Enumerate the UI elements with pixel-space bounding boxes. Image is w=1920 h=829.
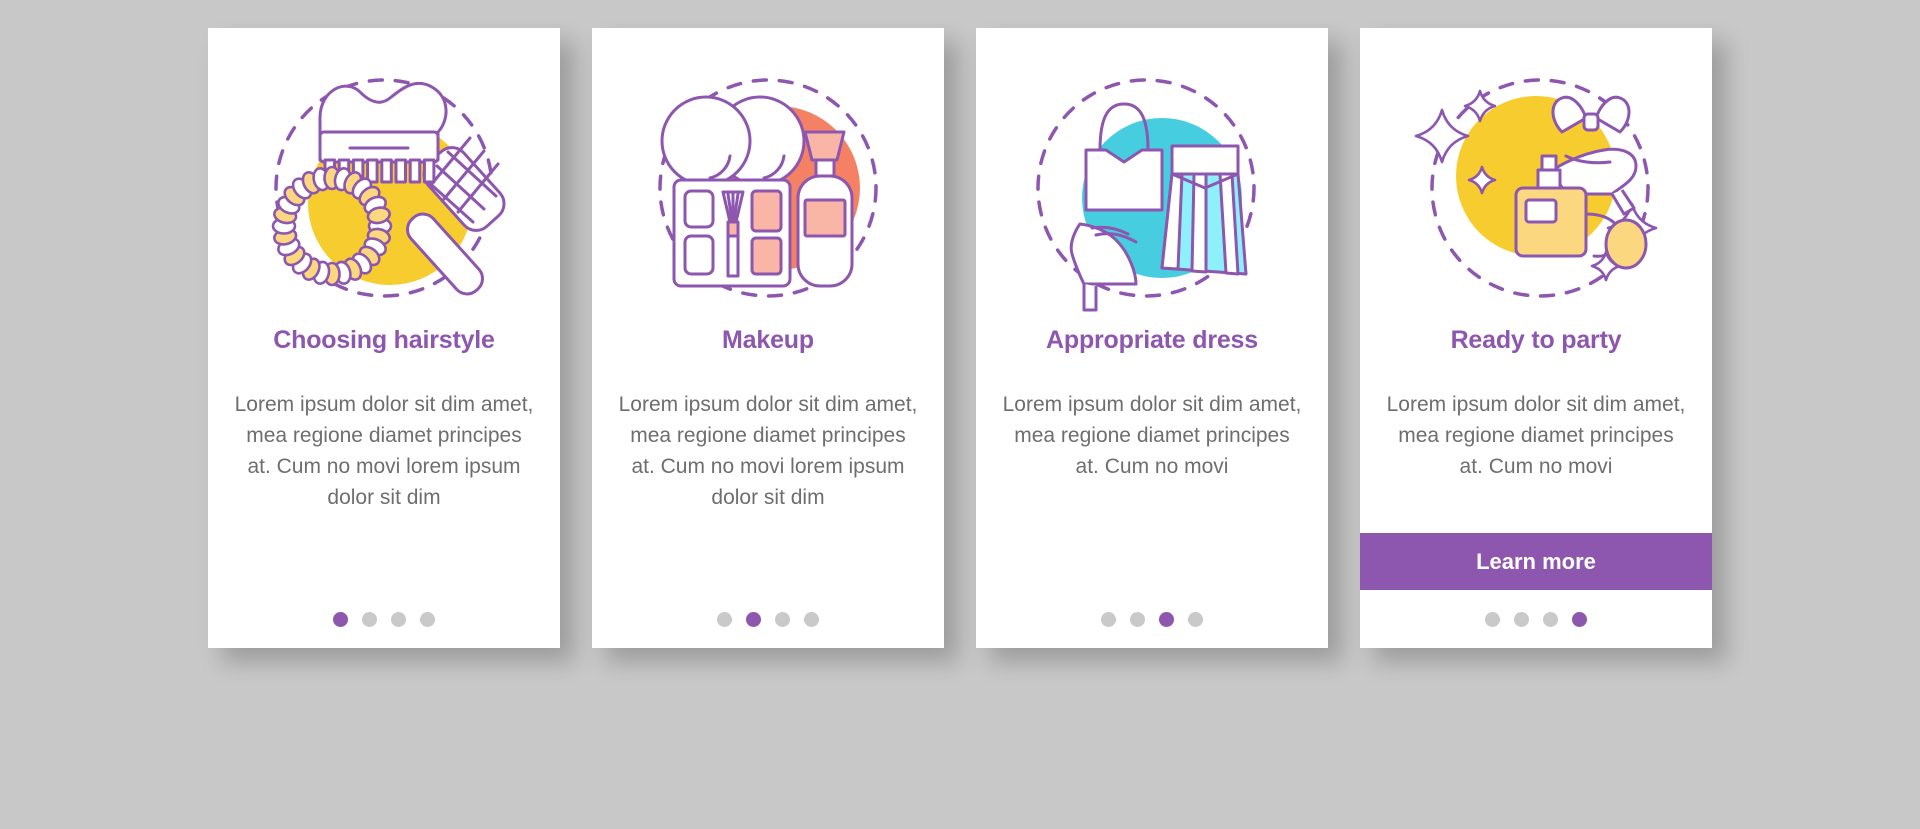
pagination-dot-1-active[interactable] (333, 611, 348, 627)
party-illustration (1360, 28, 1712, 318)
card-list: Choosing hairstyle Lorem ipsum dolor sit … (0, 0, 1920, 829)
pagination-dot-2[interactable] (362, 611, 377, 627)
card-description: Lorem ipsum dolor sit dim amet, mea regi… (618, 393, 918, 509)
makeup-palette (672, 178, 792, 288)
pagination-dot-1[interactable] (717, 611, 732, 627)
dress-illustration (976, 28, 1328, 318)
card-title: Appropriate dress (1046, 326, 1258, 354)
pagination-dot-4-active[interactable] (1572, 611, 1587, 627)
onboarding-card-4[interactable]: Ready to party Lorem ipsum dolor sit dim … (1360, 28, 1712, 648)
pagination-dot-2[interactable] (1514, 611, 1529, 627)
pleated-skirt (1160, 144, 1248, 276)
high-heel-shoe (1069, 222, 1138, 312)
pagination-dot-3-active[interactable] (1159, 611, 1174, 627)
onboarding-card-3[interactable]: Appropriate dress Lorem ipsum dolor sit d… (976, 28, 1328, 648)
card-title: Makeup (722, 326, 814, 354)
pagination-dots (208, 590, 560, 648)
pagination-dot-4[interactable] (1188, 611, 1203, 627)
cotton-pads (660, 95, 806, 187)
pagination-dots (976, 590, 1328, 648)
card-description: Lorem ipsum dolor sit dim amet, mea regi… (1386, 393, 1686, 478)
pagination-dot-1[interactable] (1485, 611, 1500, 627)
pagination-dot-2-active[interactable] (746, 611, 761, 627)
pagination-dot-1[interactable] (1101, 611, 1116, 627)
pagination-dot-3[interactable] (391, 611, 406, 627)
pagination-dots (1360, 590, 1712, 648)
card-title: Ready to party (1450, 326, 1622, 354)
card-description: Lorem ipsum dolor sit dim amet, mea regi… (234, 393, 534, 509)
hairstyle-illustration (208, 28, 560, 318)
pagination-dots (592, 590, 944, 648)
pagination-dot-3[interactable] (1543, 611, 1558, 627)
makeup-illustration (592, 28, 944, 318)
pagination-dot-4[interactable] (804, 611, 819, 627)
card-description: Lorem ipsum dolor sit dim amet, mea regi… (1002, 393, 1302, 478)
learn-more-button[interactable]: Learn more (1360, 533, 1712, 590)
pagination-dot-4[interactable] (420, 611, 435, 627)
onboarding-card-2[interactable]: Makeup Lorem ipsum dolor sit dim amet, me… (592, 28, 944, 648)
bow-tie (1551, 95, 1631, 134)
onboarding-card-1[interactable]: Choosing hairstyle Lorem ipsum dolor sit … (208, 28, 560, 648)
hair-clip (318, 81, 448, 184)
card-title: Choosing hairstyle (273, 326, 495, 354)
onboarding-screens: Choosing hairstyle Lorem ipsum dolor sit … (0, 0, 1920, 829)
pagination-dot-2[interactable] (1130, 611, 1145, 627)
pagination-dot-3[interactable] (775, 611, 790, 627)
